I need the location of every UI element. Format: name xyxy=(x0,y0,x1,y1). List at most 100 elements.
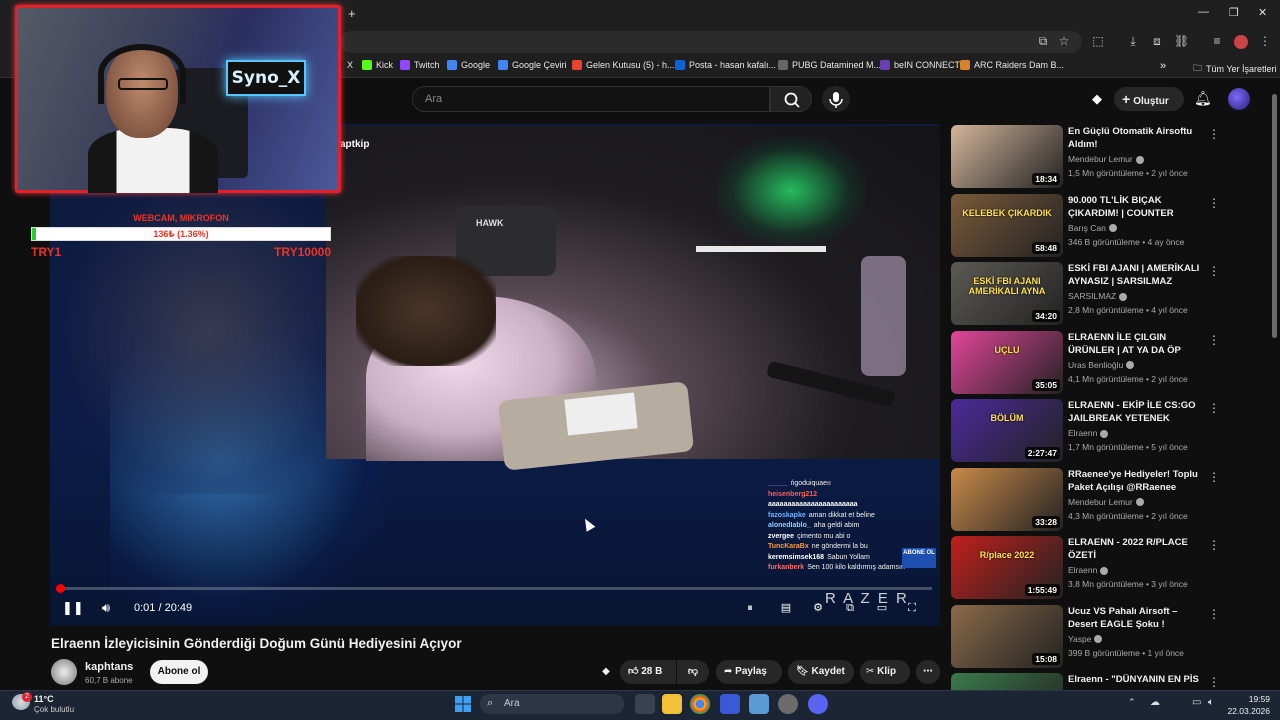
app-icon-3[interactable] xyxy=(778,694,798,714)
suggestion-title[interactable]: ELRAENN - 2022 R/PLACE ÖZETİ xyxy=(1068,536,1208,562)
premium-button[interactable]: ◆ xyxy=(594,660,618,684)
channel-avatar[interactable] xyxy=(51,659,77,685)
suggestion-card[interactable]: 15:08 Ucuz VS Pahalı Airsoft – Desert EAG… xyxy=(951,604,1231,669)
bookmark-item[interactable]: Twitch xyxy=(400,60,440,70)
suggestion-card[interactable]: R/place 2022 1:55:49 ELRAENN - 2022 R/PLAC… xyxy=(951,536,1231,600)
search-input[interactable]: Ara xyxy=(412,86,770,112)
theater-mode-button[interactable]: ▭ xyxy=(872,598,892,618)
browser-menu-icon[interactable]: ⋮ xyxy=(1258,34,1272,48)
taskbar-search[interactable]: Ara xyxy=(480,694,624,714)
suggestion-channel[interactable]: Uras Benlioğlu xyxy=(1068,360,1135,370)
suggestion-thumbnail[interactable]: UÇLU 35:05 xyxy=(951,330,1063,394)
fullscreen-button[interactable]: ⛶ xyxy=(902,598,922,618)
create-button[interactable]: + Oluştur xyxy=(1114,87,1184,111)
suggestion-title[interactable]: RRaenee'ye Hediyeler! Toplu Paket Açılış… xyxy=(1068,468,1208,494)
weather-desc[interactable]: Çok bulutlu xyxy=(34,705,74,714)
more-vert-icon[interactable]: ⋮ xyxy=(1208,538,1220,552)
more-vert-icon[interactable]: ⋮ xyxy=(1208,264,1220,278)
suggestion-thumbnail[interactable]: KELEBEK ÇIKARDIK 58:48 xyxy=(951,193,1063,257)
bookmark-item[interactable]: Posta - hasan kafalı... xyxy=(675,60,776,70)
clock-date[interactable]: 22.03.2026 xyxy=(1222,706,1270,716)
close-window-icon[interactable]: ✕ xyxy=(1258,6,1267,19)
more-vert-icon[interactable]: ⋮ xyxy=(1208,675,1220,689)
channel-name[interactable]: kaphtans xyxy=(85,661,133,673)
subtitles-button[interactable]: ▤ xyxy=(776,598,796,618)
discord-icon[interactable] xyxy=(808,694,828,714)
bookmark-item[interactable]: PUBG Datamined M... xyxy=(778,60,881,70)
suggestion-card[interactable]: BÖLÜM 2:27:47 ELRAENN - EKİP İLE CS:GO JAI… xyxy=(951,399,1231,463)
suggestion-title[interactable]: Elraenn - "DÜNYANIN EN PİS xyxy=(1068,673,1208,686)
more-vert-icon[interactable]: ⋮ xyxy=(1208,607,1220,621)
bookmark-item[interactable]: Gelen Kutusu (5) - h... xyxy=(572,60,675,70)
suggestion-title[interactable]: Ucuz VS Pahalı Airsoft – Desert EAGLE Şo… xyxy=(1068,605,1208,631)
suggestion-card[interactable]: KELEBEK ÇIKARDIK 58:48 90.000 TL'LİK BIÇAK… xyxy=(951,193,1231,258)
search-button[interactable] xyxy=(770,86,812,112)
tray-overflow-icon[interactable]: ⌃ xyxy=(1128,697,1136,708)
dislike-button[interactable]: 👎︎ xyxy=(677,660,709,684)
bookmark-star-icon[interactable]: ☆ xyxy=(1057,34,1071,48)
volume-tray-icon[interactable]: 🔈︎ xyxy=(1208,697,1214,708)
chrome-icon[interactable] xyxy=(690,694,710,714)
extensions-icon[interactable]: ⬚ xyxy=(1091,34,1105,48)
clock-time[interactable]: 19:59 xyxy=(1228,694,1270,704)
more-vert-icon[interactable]: ⋮ xyxy=(1208,333,1220,347)
file-explorer-icon[interactable] xyxy=(662,694,682,714)
task-view-icon[interactable] xyxy=(635,694,655,714)
account-avatar[interactable] xyxy=(1228,88,1250,110)
video-player[interactable]: HAWK aptkip _____ ńgoduiquaeıı heisenberg2… xyxy=(50,124,940,626)
more-vert-icon[interactable]: ⋮ xyxy=(1208,470,1220,484)
miniplayer-button[interactable]: ⧉ xyxy=(840,598,860,618)
media-queue-icon[interactable]: ≡ xyxy=(1210,34,1224,48)
suggestion-thumbnail[interactable]: R/place 2022 1:55:49 xyxy=(951,536,1063,599)
start-button[interactable] xyxy=(453,694,473,714)
network-icon[interactable]: ▭ xyxy=(1192,697,1201,708)
scrollbar-thumb[interactable] xyxy=(1272,94,1277,338)
suggestion-channel[interactable]: Mendebur Lemur xyxy=(1068,154,1144,164)
clip-button[interactable]: ✂ Klip xyxy=(860,660,910,684)
link-icon[interactable]: ⛓ xyxy=(1174,34,1189,48)
suggestion-card[interactable]: 18:34 En Güçlü Otomatik Airsoftu Aldım! Me… xyxy=(951,125,1231,189)
app-icon-1[interactable] xyxy=(720,694,740,714)
suggestion-title[interactable]: En Güçlü Otomatik Airsoftu Aldım! xyxy=(1068,125,1208,151)
suggestion-channel[interactable]: Elraenn xyxy=(1068,428,1109,438)
settings-button[interactable]: ⚙ xyxy=(808,598,828,618)
suggestion-channel[interactable]: Barış Can xyxy=(1068,223,1117,233)
onedrive-icon[interactable]: ☁ xyxy=(1150,697,1160,708)
save-button[interactable]: 🔖︎ Kaydet xyxy=(788,660,854,684)
premium-gem-icon[interactable]: ◆ xyxy=(1092,91,1102,107)
progress-track[interactable] xyxy=(58,587,932,590)
minimize-icon[interactable]: — xyxy=(1198,6,1209,18)
autoplay-toggle[interactable]: ⏸ xyxy=(740,598,760,618)
suggestion-channel[interactable]: Yaspe xyxy=(1068,634,1103,644)
app-icon-2[interactable] xyxy=(749,694,769,714)
suggestion-thumbnail[interactable]: ESKİ FBI AJANI AMERİKALI AYNA 34:20 xyxy=(951,262,1063,325)
new-tab-icon[interactable]: + xyxy=(348,6,356,21)
bookmark-item[interactable]: beIN CONNECT xyxy=(880,60,960,70)
suggestion-thumbnail[interactable]: BÖLÜM 2:27:47 xyxy=(951,399,1063,462)
suggestion-channel[interactable]: Mendebur Lemur xyxy=(1068,497,1144,507)
suggestion-card[interactable]: ESKİ FBI AJANI AMERİKALI AYNA 34:20 ESKİ F… xyxy=(951,262,1231,326)
download-icon[interactable]: ⤓ xyxy=(1126,34,1140,48)
bookmark-item[interactable]: Kick xyxy=(362,60,393,70)
suggestion-channel[interactable]: SARSILMAZ xyxy=(1068,291,1128,301)
mute-button[interactable]: 🔊︎ xyxy=(96,598,116,618)
notifications-bell-icon[interactable]: 🔔︎ xyxy=(1194,90,1212,107)
profile-avatar[interactable] xyxy=(1234,35,1248,49)
progress-scrubber[interactable] xyxy=(56,584,65,593)
more-vert-icon[interactable]: ⋮ xyxy=(1208,127,1220,141)
bookmark-item[interactable]: ARC Raiders Dam B... xyxy=(960,60,1064,70)
suggestion-thumbnail[interactable]: 15:08 xyxy=(951,604,1063,668)
suggestion-thumbnail[interactable]: 33:28 xyxy=(951,467,1063,531)
weather-temp[interactable]: 11°C xyxy=(34,694,54,704)
bookmark-item[interactable]: Google Çeviri xyxy=(498,60,567,70)
share-button[interactable]: ➦ Paylaş xyxy=(716,660,782,684)
maximize-icon[interactable]: ❐ xyxy=(1229,6,1239,19)
all-bookmarks-folder[interactable]: 🗀 Tüm Yer İşaretleri xyxy=(1193,61,1277,77)
bookmark-item[interactable]: Google xyxy=(447,60,490,70)
like-button[interactable]: 👍︎ 28 B xyxy=(620,660,676,684)
bookmarks-overflow-icon[interactable]: » xyxy=(1160,60,1166,72)
suggestion-channel[interactable]: Elraenn xyxy=(1068,565,1109,575)
suggestion-card[interactable]: UÇLU 35:05 ELRAENN İLE ÇILGIN ÜRÜNLER | AT… xyxy=(951,330,1231,395)
suggestion-card[interactable]: 33:28 RRaenee'ye Hediyeler! Toplu Paket A… xyxy=(951,467,1231,532)
translate-icon[interactable]: ⧈ xyxy=(1150,34,1164,48)
